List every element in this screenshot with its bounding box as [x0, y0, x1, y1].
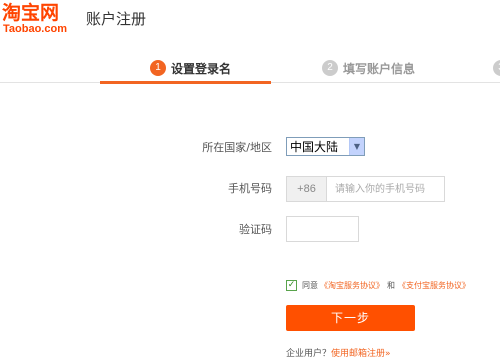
- step-number-3: 3: [493, 60, 500, 76]
- agree-checkbox[interactable]: ✓: [286, 279, 297, 291]
- step-fill-account-info: 2 填写账户信息: [322, 58, 415, 78]
- region-label: 所在国家/地区: [202, 141, 272, 154]
- agree-text: 同意: [302, 280, 318, 290]
- region-select[interactable]: 中国大陆 ▼: [286, 137, 365, 156]
- phone-label: 手机号码: [228, 182, 272, 195]
- step-set-login-name: 1 设置登录名: [150, 58, 231, 78]
- alipay-terms-link[interactable]: 《支付宝服务协议》: [398, 280, 470, 291]
- next-step-button[interactable]: 下一步: [286, 305, 415, 331]
- region-selected-value: 中国大陆: [290, 140, 339, 154]
- verification-code-input[interactable]: [286, 216, 359, 242]
- step-3-partial: 3: [493, 58, 500, 78]
- phone-field-group: +86: [286, 176, 445, 202]
- verification-code-label: 验证码: [239, 223, 272, 236]
- agreement-row: ✓ 同意 《淘宝服务协议》 和 《支付宝服务协议》: [286, 279, 470, 291]
- logo-chinese-text: 淘宝网: [2, 2, 60, 24]
- email-register-link[interactable]: 使用邮箱注册»: [331, 349, 391, 359]
- country-code-prefix: +86: [287, 177, 327, 201]
- enterprise-prompt: 企业用户？: [286, 349, 332, 359]
- taobao-logo[interactable]: 淘宝网 Taobao.com: [2, 2, 78, 36]
- step-label-2: 填写账户信息: [343, 61, 416, 76]
- phone-input[interactable]: [327, 177, 444, 201]
- page-title: 账户注册: [86, 10, 147, 28]
- logo-english-text: Taobao.com: [3, 23, 67, 35]
- agree-and-text: 和: [387, 280, 395, 290]
- taobao-terms-link[interactable]: 《淘宝服务协议》: [320, 280, 384, 291]
- enterprise-user-row: 企业用户？使用邮箱注册»: [286, 346, 391, 359]
- step-number-2: 2: [322, 60, 338, 76]
- step-number-1: 1: [150, 60, 166, 76]
- step-label-1: 设置登录名: [171, 61, 232, 76]
- chevron-down-icon[interactable]: ▼: [349, 138, 364, 155]
- active-step-underline: [100, 81, 271, 84]
